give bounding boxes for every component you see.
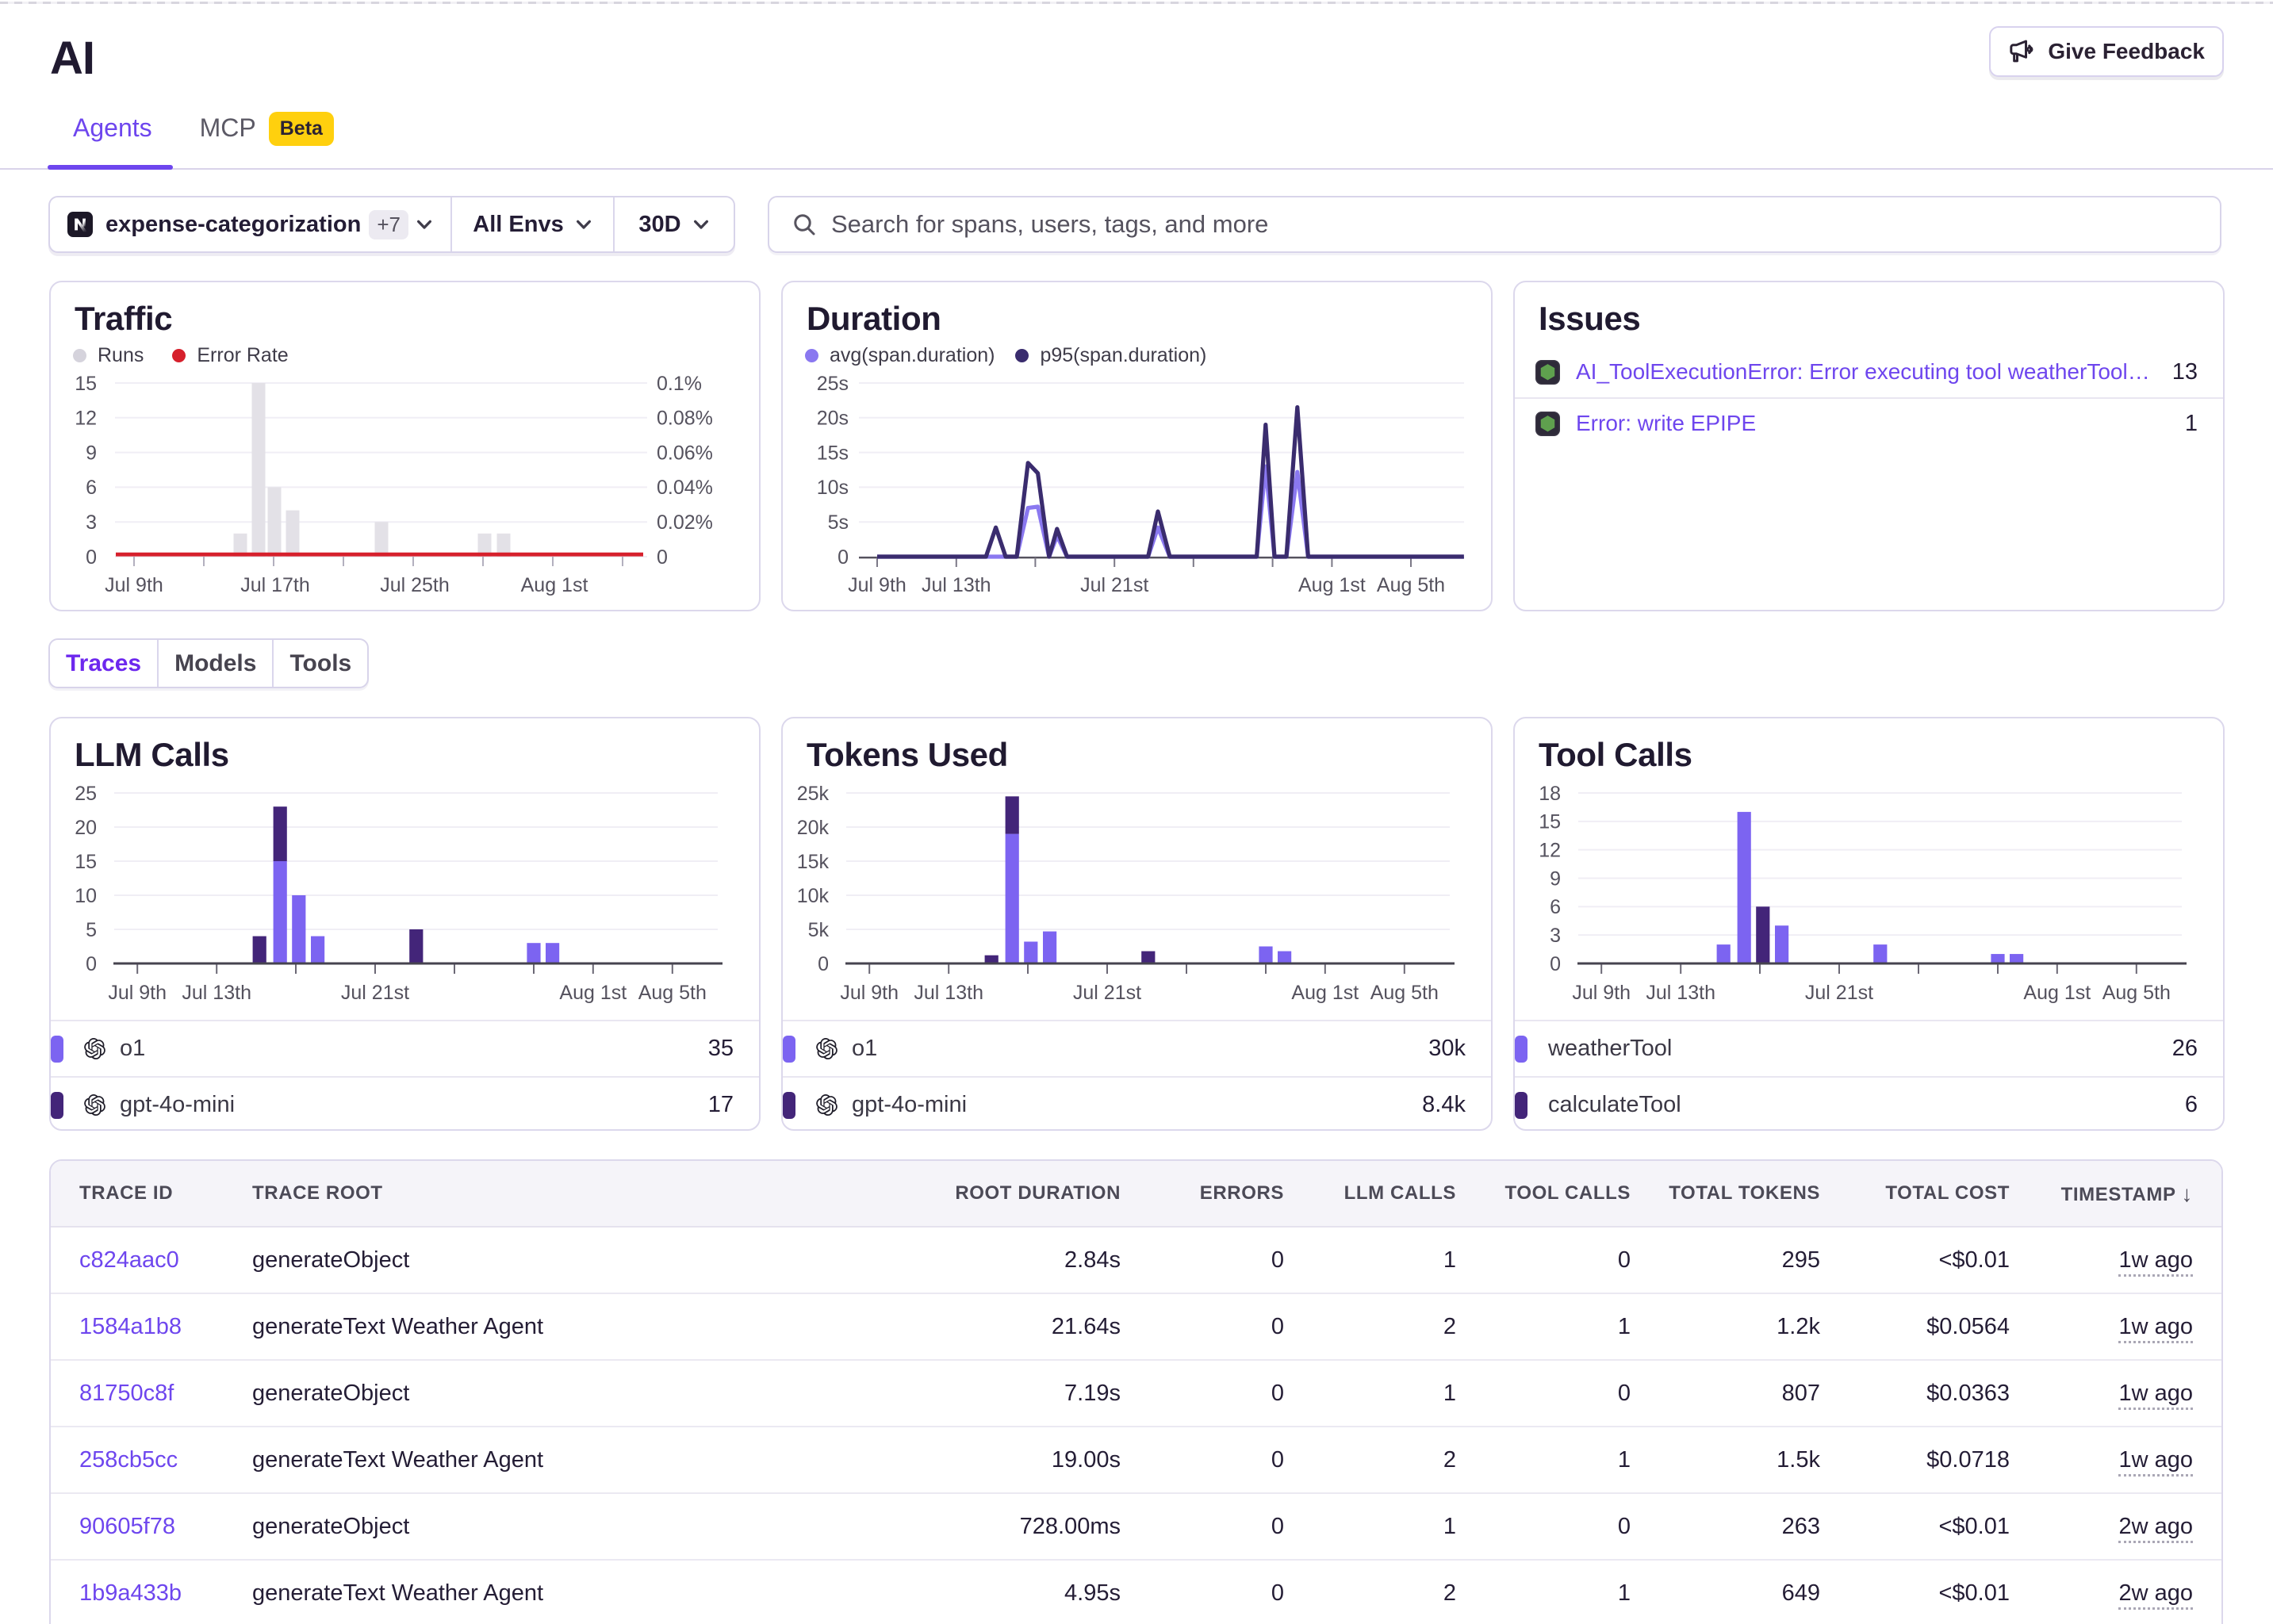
svg-text:6: 6 [86, 477, 97, 499]
svg-text:Jul 17th: Jul 17th [240, 574, 310, 596]
svg-text:10s: 10s [817, 477, 849, 499]
svg-text:0: 0 [838, 546, 849, 569]
svg-text:Aug 1st: Aug 1st [1291, 982, 1359, 1004]
svg-text:0.04%: 0.04% [657, 477, 713, 499]
svg-text:10: 10 [75, 885, 97, 907]
svg-text:10k: 10k [797, 885, 830, 907]
svg-text:Jul 21st: Jul 21st [1073, 982, 1141, 1004]
svg-text:0: 0 [657, 546, 668, 569]
svg-text:Jul 9th: Jul 9th [848, 574, 907, 596]
svg-text:20: 20 [75, 817, 97, 839]
svg-text:Aug 5th: Aug 5th [1377, 574, 1445, 596]
svg-text:12: 12 [1539, 839, 1561, 861]
svg-text:Jul 13th: Jul 13th [182, 982, 251, 1004]
svg-text:Jul 13th: Jul 13th [914, 982, 983, 1004]
svg-text:Aug 5th: Aug 5th [2102, 982, 2171, 1004]
svg-text:Aug 5th: Aug 5th [638, 982, 707, 1004]
svg-text:0: 0 [86, 953, 97, 975]
svg-text:Aug 1st: Aug 1st [2023, 982, 2091, 1004]
svg-text:Aug 1st: Aug 1st [1298, 574, 1366, 596]
svg-text:0.02%: 0.02% [657, 511, 713, 534]
svg-text:0: 0 [86, 546, 97, 569]
svg-text:Jul 21st: Jul 21st [341, 982, 409, 1004]
svg-text:18: 18 [1539, 783, 1561, 805]
svg-text:15: 15 [75, 373, 97, 395]
svg-text:20k: 20k [797, 817, 830, 839]
svg-text:3: 3 [86, 511, 97, 534]
svg-text:25: 25 [75, 783, 97, 805]
svg-text:20s: 20s [817, 408, 849, 430]
svg-text:5s: 5s [828, 511, 849, 534]
svg-text:5: 5 [86, 919, 97, 941]
svg-text:9: 9 [86, 442, 97, 464]
svg-text:Jul 9th: Jul 9th [1572, 982, 1631, 1004]
svg-text:6: 6 [1550, 896, 1561, 918]
svg-text:Aug 1st: Aug 1st [559, 982, 627, 1004]
svg-text:15: 15 [1539, 811, 1561, 833]
svg-text:Jul 21st: Jul 21st [1805, 982, 1873, 1004]
svg-text:Jul 9th: Jul 9th [108, 982, 167, 1004]
svg-text:Aug 5th: Aug 5th [1370, 982, 1439, 1004]
svg-text:0.1%: 0.1% [657, 373, 702, 395]
svg-text:Jul 21st: Jul 21st [1080, 574, 1148, 596]
svg-text:0.08%: 0.08% [657, 408, 713, 430]
svg-text:15s: 15s [817, 442, 849, 464]
svg-text:Jul 25th: Jul 25th [380, 574, 450, 596]
svg-text:25s: 25s [817, 373, 849, 395]
svg-text:3: 3 [1550, 925, 1561, 947]
svg-text:15k: 15k [797, 851, 830, 873]
svg-text:15: 15 [75, 851, 97, 873]
svg-text:25k: 25k [797, 783, 830, 805]
svg-text:0.06%: 0.06% [657, 442, 713, 464]
svg-text:0: 0 [1550, 953, 1561, 975]
svg-text:12: 12 [75, 408, 97, 430]
svg-text:9: 9 [1550, 868, 1561, 890]
svg-text:Jul 13th: Jul 13th [922, 574, 991, 596]
svg-text:5k: 5k [808, 919, 830, 941]
svg-text:Jul 9th: Jul 9th [105, 574, 163, 596]
svg-text:0: 0 [818, 953, 829, 975]
svg-text:Jul 9th: Jul 9th [840, 982, 899, 1004]
svg-text:Jul 13th: Jul 13th [1646, 982, 1715, 1004]
svg-text:Aug 1st: Aug 1st [521, 574, 588, 596]
